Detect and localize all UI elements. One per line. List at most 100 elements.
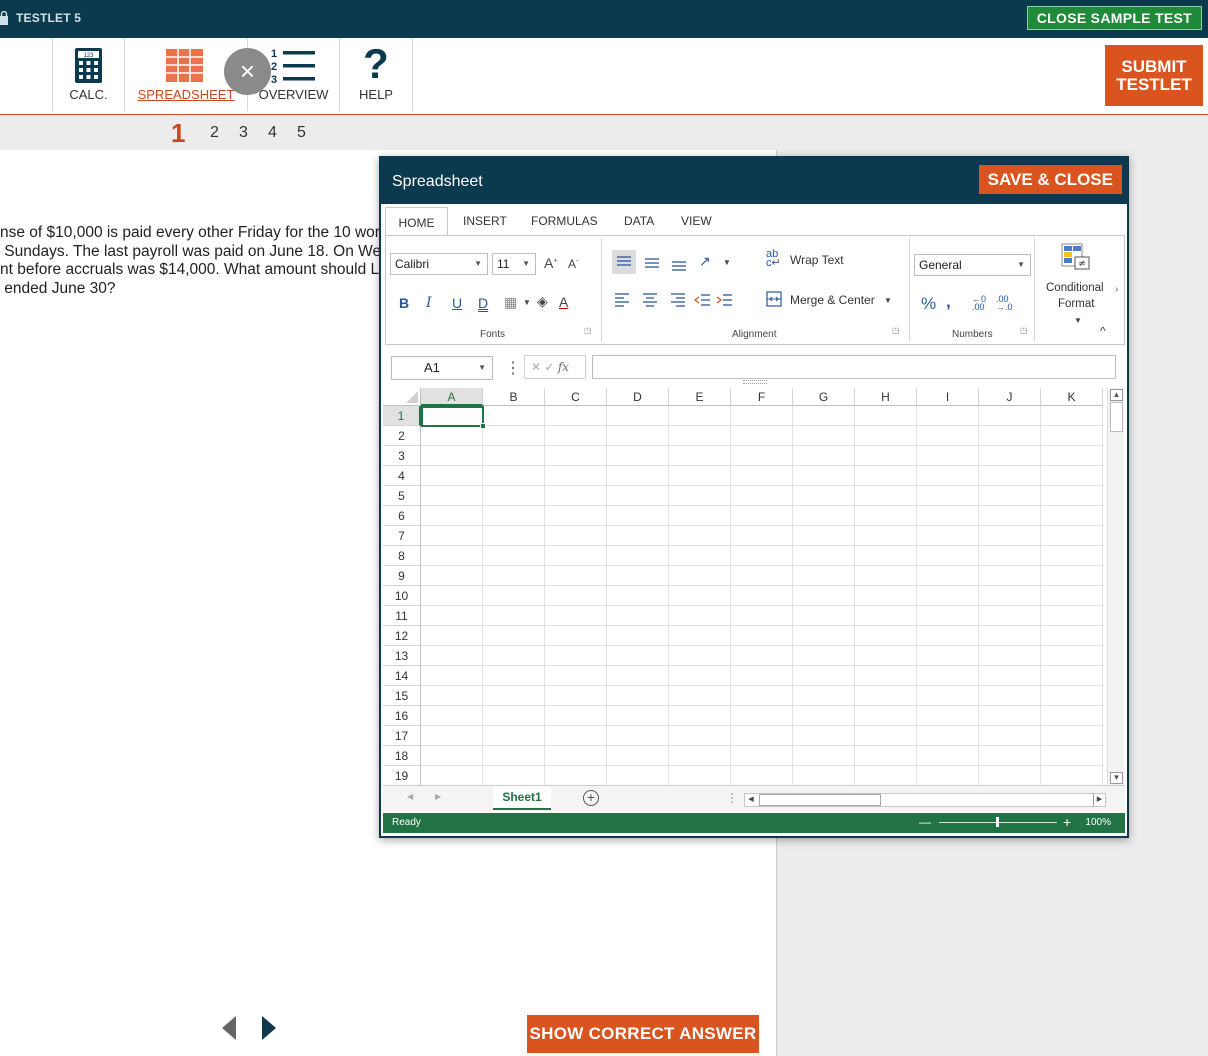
cell-d4[interactable] — [607, 466, 669, 486]
chevron-down-icon[interactable]: ▼ — [523, 298, 531, 307]
column-header-f[interactable]: F — [731, 388, 793, 406]
cell-c19[interactable] — [545, 766, 607, 785]
cell-h19[interactable] — [855, 766, 917, 785]
row-header-3[interactable]: 3 — [383, 446, 421, 466]
cell-f7[interactable] — [731, 526, 793, 546]
cell-f18[interactable] — [731, 746, 793, 766]
cell-k12[interactable] — [1041, 626, 1103, 646]
sheet-scroll-left-icon[interactable]: ◀ — [407, 792, 413, 801]
column-header-k[interactable]: K — [1041, 388, 1103, 406]
increase-font-size-icon[interactable]: A+ — [544, 255, 557, 271]
conditional-format-icon[interactable]: ≠ — [1061, 243, 1091, 271]
cell-g15[interactable] — [793, 686, 855, 706]
cell-g11[interactable] — [793, 606, 855, 626]
cell-d16[interactable] — [607, 706, 669, 726]
cell-i12[interactable] — [917, 626, 979, 646]
cell-c18[interactable] — [545, 746, 607, 766]
row-header-9[interactable]: 9 — [383, 566, 421, 586]
cell-b9[interactable] — [483, 566, 545, 586]
cell-g5[interactable] — [793, 486, 855, 506]
cell-f16[interactable] — [731, 706, 793, 726]
cell-d9[interactable] — [607, 566, 669, 586]
scroll-up-icon[interactable]: ▲ — [1110, 389, 1123, 401]
cell-g10[interactable] — [793, 586, 855, 606]
cell-k17[interactable] — [1041, 726, 1103, 746]
cell-b5[interactable] — [483, 486, 545, 506]
row-header-19[interactable]: 19 — [383, 766, 421, 785]
dialog-launcher-icon[interactable]: ◳ — [1020, 326, 1028, 335]
text-orientation-icon[interactable]: ↗ — [699, 253, 711, 270]
cell-k11[interactable] — [1041, 606, 1103, 626]
next-question-arrow-icon[interactable] — [262, 1016, 276, 1040]
row-header-5[interactable]: 5 — [383, 486, 421, 506]
scroll-left-icon[interactable]: ◀ — [745, 794, 757, 806]
cell-h2[interactable] — [855, 426, 917, 446]
row-header-10[interactable]: 10 — [383, 586, 421, 606]
cell-c14[interactable] — [545, 666, 607, 686]
align-center-icon[interactable] — [641, 291, 659, 309]
cell-e8[interactable] — [669, 546, 731, 566]
cell-c5[interactable] — [545, 486, 607, 506]
selected-cell-outline[interactable] — [421, 406, 486, 429]
cell-a6[interactable] — [421, 506, 483, 526]
cell-e7[interactable] — [669, 526, 731, 546]
cell-e5[interactable] — [669, 486, 731, 506]
cell-h17[interactable] — [855, 726, 917, 746]
column-header-i[interactable]: I — [917, 388, 979, 406]
cell-d12[interactable] — [607, 626, 669, 646]
question-number-5[interactable]: 5 — [297, 124, 306, 142]
column-header-j[interactable]: J — [979, 388, 1041, 406]
chevron-down-icon[interactable]: ▼ — [723, 258, 731, 267]
cell-h5[interactable] — [855, 486, 917, 506]
row-header-7[interactable]: 7 — [383, 526, 421, 546]
cell-i11[interactable] — [917, 606, 979, 626]
cell-i7[interactable] — [917, 526, 979, 546]
ribbon-scroll-right-icon[interactable]: › — [1115, 284, 1118, 295]
cell-k8[interactable] — [1041, 546, 1103, 566]
cell-h7[interactable] — [855, 526, 917, 546]
double-underline-icon[interactable]: D — [478, 295, 488, 311]
cell-e10[interactable] — [669, 586, 731, 606]
zoom-out-icon[interactable]: — — [919, 815, 931, 829]
cell-b8[interactable] — [483, 546, 545, 566]
cell-a3[interactable] — [421, 446, 483, 466]
cell-h15[interactable] — [855, 686, 917, 706]
cell-k2[interactable] — [1041, 426, 1103, 446]
cell-i19[interactable] — [917, 766, 979, 785]
cell-c13[interactable] — [545, 646, 607, 666]
cell-h4[interactable] — [855, 466, 917, 486]
cell-k7[interactable] — [1041, 526, 1103, 546]
chevron-down-icon[interactable]: ▼ — [884, 296, 892, 305]
cell-i6[interactable] — [917, 506, 979, 526]
italic-icon[interactable]: I — [426, 295, 432, 311]
conditional-format-label-2[interactable]: Format — [1058, 298, 1094, 310]
cell-g8[interactable] — [793, 546, 855, 566]
cell-f12[interactable] — [731, 626, 793, 646]
row-header-16[interactable]: 16 — [383, 706, 421, 726]
cell-d3[interactable] — [607, 446, 669, 466]
cell-a18[interactable] — [421, 746, 483, 766]
align-left-icon[interactable] — [613, 291, 631, 309]
chevron-down-icon[interactable]: ▼ — [1074, 316, 1082, 325]
cell-f4[interactable] — [731, 466, 793, 486]
cell-e6[interactable] — [669, 506, 731, 526]
cell-d14[interactable] — [607, 666, 669, 686]
cell-c16[interactable] — [545, 706, 607, 726]
vertical-scrollbar[interactable]: ▲ ▼ — [1107, 388, 1124, 785]
cell-g16[interactable] — [793, 706, 855, 726]
cell-f14[interactable] — [731, 666, 793, 686]
cell-a8[interactable] — [421, 546, 483, 566]
cell-f3[interactable] — [731, 446, 793, 466]
cell-g6[interactable] — [793, 506, 855, 526]
cell-d19[interactable] — [607, 766, 669, 785]
zoom-in-icon[interactable]: + — [1063, 814, 1071, 830]
cell-f11[interactable] — [731, 606, 793, 626]
cell-a9[interactable] — [421, 566, 483, 586]
cell-b4[interactable] — [483, 466, 545, 486]
cell-h11[interactable] — [855, 606, 917, 626]
tab-home[interactable]: HOME — [385, 207, 448, 237]
row-header-8[interactable]: 8 — [383, 546, 421, 566]
cell-e3[interactable] — [669, 446, 731, 466]
cell-g14[interactable] — [793, 666, 855, 686]
row-header-6[interactable]: 6 — [383, 506, 421, 526]
